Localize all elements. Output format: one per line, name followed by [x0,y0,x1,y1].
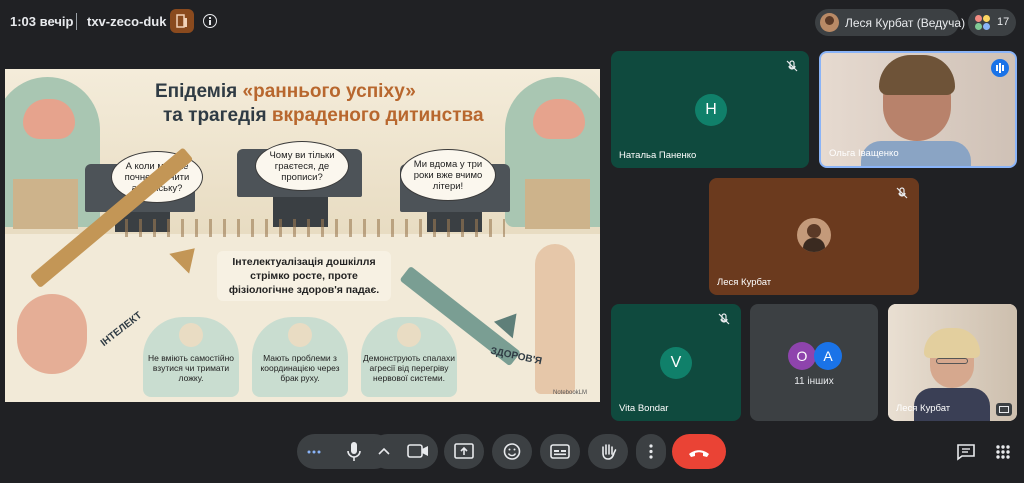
glasses-illustration [936,358,968,364]
more-options-small-button[interactable] [297,434,332,469]
house-illustration-left [13,179,78,229]
presentation-slide: Епідемія «раннього успіху» та трагедія в… [5,69,600,402]
info-card-2: Мають проблеми з координацією через брак… [252,317,348,397]
slide-title-line1: Епідемія «раннього успіху» [155,81,416,103]
host-chip[interactable]: Леся Курбат (Ведуча) [815,9,965,36]
mic-off-icon [718,313,730,325]
title-highlight: вкраденого дитинства [271,105,484,126]
host-avatar [820,13,839,32]
shoe-spoon-icon [179,323,203,347]
participant-tile-lesia-2[interactable]: Леся Курбат [888,304,1017,421]
captions-icon [550,444,570,459]
video-camera-icon [407,444,428,458]
title-part: та трагедія [163,105,272,126]
brain-tree-illustration [17,294,87,374]
card-text: Демонструють спалахи агресії від перегрі… [363,353,455,383]
present-screen-button[interactable] [444,434,484,469]
reactions-button[interactable] [492,434,532,469]
participant-name: Леся Курбат [717,277,772,288]
chat-icon [957,444,975,461]
card-text: Не вміють самостійно взутися чи тримати … [147,353,234,383]
others-tile[interactable]: O A 11 інших [750,304,878,421]
human-body-illustration [535,244,575,394]
meeting-code[interactable]: txv-zeco-duk [87,14,166,29]
info-card-3: Демонструють спалахи агресії від перегрі… [361,317,457,397]
participant-avatar: Н [695,94,727,126]
house-illustration-right [525,179,590,229]
brain-illustration-left [23,99,75,139]
divider [76,13,77,30]
center-message: Інтелектуалізація дошкілля стрімко росте… [217,251,391,301]
chat-button[interactable] [955,442,977,462]
participant-avatar [797,218,831,252]
ellipsis-icon [307,450,321,454]
host-label: Леся Курбат (Ведуча) [845,16,966,30]
others-avatar: A [814,342,842,370]
hang-up-icon [689,450,709,457]
participant-tile-lesia-1[interactable]: Леся Курбат [709,178,919,295]
participant-tile-olga[interactable]: Ольга Іващенко [819,51,1017,168]
watermark: NotebookLM [553,390,588,396]
end-call-button[interactable] [672,434,726,469]
participant-name: Леся Курбат [896,403,951,414]
mic-off-icon [786,60,798,72]
raise-hand-button[interactable] [588,434,628,469]
present-screen-icon [454,443,474,459]
people-icon [975,15,991,31]
title-highlight: «раннього успіху» [242,81,416,102]
camera-control-group [370,434,438,469]
angry-face-icon [397,323,421,347]
others-label: 11 інших [794,376,834,387]
speech-bubble-3: Ми вдома у три роки вже вчимо літери! [400,149,496,201]
roots-illustration [125,219,505,237]
participant-name: Натальа Паненко [619,150,697,161]
others-avatar: O [788,342,816,370]
more-options-button[interactable] [636,434,666,469]
participant-tile-vita[interactable]: V Vita Bondar [611,304,741,421]
slide-title-line2: та трагедія вкраденого дитинства [163,105,484,127]
hand-icon [602,444,617,460]
vertical-dots-icon [649,444,653,459]
apps-grid-icon [996,445,1010,459]
participant-avatar: V [660,347,692,379]
clock: 1:03 вечір [10,14,74,29]
participants-button[interactable]: 17 [968,9,1016,36]
chevron-up-icon [378,447,390,455]
captions-button[interactable] [540,434,580,469]
participant-name: Ольга Іващенко [829,148,899,159]
card-text: Мають проблеми з координацією через брак… [260,353,340,383]
camera-options-button[interactable] [370,434,398,469]
pin-tile-icon[interactable] [996,403,1012,416]
info-icon[interactable] [203,14,217,28]
running-child-icon [288,323,312,347]
camera-button[interactable] [400,434,438,469]
info-card-1: Не вміють самостійно взутися чи тримати … [143,317,239,397]
speaking-indicator-icon [991,59,1009,77]
meeting-badge-icon[interactable] [170,9,194,33]
top-bar: 1:03 вечір txv-zeco-duk Леся Курбат (Вед… [0,0,1024,44]
participant-name: Vita Bondar [619,403,669,414]
brain-illustration-right [533,99,585,139]
participant-count: 17 [997,16,1010,28]
activities-button[interactable] [992,442,1014,462]
participant-tile-natalia[interactable]: Н Натальа Паненко [611,51,809,168]
mic-off-icon [896,187,908,199]
emoji-icon [503,443,521,460]
speech-bubble-2: Чому ви тільки граєтеся, де прописи? [255,141,349,191]
title-part: Епідемія [155,81,243,102]
